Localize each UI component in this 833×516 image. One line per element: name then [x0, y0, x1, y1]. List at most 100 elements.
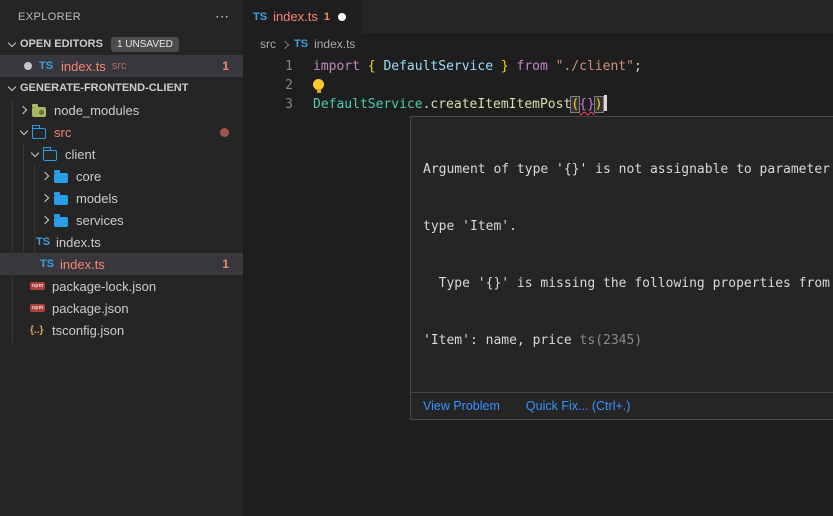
services-folder-icon: [54, 217, 68, 227]
tree-item-src-indexts[interactable]: TS index.ts 1: [0, 253, 243, 275]
error-line: 'Item': name, price: [423, 333, 580, 348]
chevron-right-icon: [38, 173, 54, 179]
class-defaultservice: DefaultService: [313, 97, 423, 112]
chevron-right-icon: [38, 195, 54, 201]
error-message: Argument of type '{}' is not assignable …: [411, 117, 833, 392]
tree-item-label: core: [76, 169, 101, 184]
line-number: 2: [271, 76, 293, 95]
node-modules-folder-icon: [32, 107, 46, 117]
models-folder-icon: [54, 195, 68, 205]
paren-open-matched: (: [571, 97, 579, 112]
typescript-file-icon: TS: [36, 236, 50, 248]
semicolon: ;: [634, 59, 642, 74]
breadcrumb: src TS index.ts: [243, 33, 355, 55]
tree-item-services[interactable]: services: [0, 209, 243, 231]
tree-item-tsconfig[interactable]: {..} tsconfig.json: [0, 319, 243, 341]
hover-actions-bar: View Problem Quick Fix... (Ctrl+.): [411, 392, 833, 419]
workspace-header[interactable]: GENERATE-FRONTEND-CLIENT: [0, 77, 243, 99]
tree-item-package-lock[interactable]: npm package-lock.json: [0, 275, 243, 297]
brace-open: {: [360, 59, 383, 74]
tab-bar: TS index.ts 1: [243, 0, 833, 33]
string-client-path: "./client": [556, 59, 634, 74]
workspace-name: GENERATE-FRONTEND-CLIENT: [20, 82, 188, 94]
chevron-down-icon: [4, 86, 20, 90]
chevron-down-icon: [4, 42, 20, 46]
tree-item-core[interactable]: core: [0, 165, 243, 187]
chevron-right-icon: [16, 107, 32, 113]
npm-file-icon: npm: [30, 282, 45, 290]
tree-item-package-json[interactable]: npm package.json: [0, 297, 243, 319]
npm-file-icon: npm: [30, 304, 45, 312]
line-number: 1: [271, 57, 293, 76]
open-editor-path: src: [112, 60, 127, 72]
quick-fix-link[interactable]: Quick Fix... (Ctrl+.): [526, 399, 631, 413]
error-hover-tooltip: Argument of type '{}' is not assignable …: [410, 116, 833, 420]
typescript-file-icon: TS: [39, 60, 53, 72]
open-editor-item-indexts[interactable]: TS index.ts src 1: [0, 55, 243, 77]
core-folder-icon: [54, 173, 68, 183]
tree-item-label: services: [76, 213, 124, 228]
code-line-1: import { DefaultService } from "./client…: [313, 57, 642, 76]
tree-item-label: index.ts: [60, 257, 105, 272]
lightbulb-quickfix-icon[interactable]: [313, 79, 324, 90]
typescript-file-icon: TS: [294, 38, 308, 50]
empty-object-literal-error: {}: [579, 97, 595, 112]
client-folder-icon: [43, 150, 57, 161]
typescript-file-icon: TS: [253, 11, 267, 23]
chevron-right-icon: [282, 37, 288, 51]
explorer-sidebar: EXPLORER ⋯ OPEN EDITORS 1 UNSAVED TS ind…: [0, 0, 243, 516]
explorer-title: EXPLORER: [18, 11, 81, 23]
text-cursor: [604, 95, 607, 111]
editor-group: TS index.ts 1 src TS index.ts 1 2 3 impo…: [243, 0, 833, 516]
tree-item-label: models: [76, 191, 118, 206]
src-folder-icon: [32, 128, 46, 139]
typescript-file-icon: TS: [40, 258, 54, 270]
modified-dot-icon: [24, 62, 32, 70]
error-line: Argument of type '{}' is not assignable …: [423, 160, 833, 179]
keyword-from: from: [517, 59, 548, 74]
tab-filename: index.ts: [273, 9, 318, 24]
ts-error-code: ts(2345): [580, 333, 643, 348]
tree-item-label: tsconfig.json: [52, 323, 124, 338]
method-createitemitempost: createItemItemPost: [430, 97, 571, 112]
error-count-badge: 1: [222, 257, 229, 271]
breadcrumb-file[interactable]: index.ts: [314, 37, 355, 51]
tree-item-models[interactable]: models: [0, 187, 243, 209]
tree-item-label: package-lock.json: [52, 279, 156, 294]
paren-close-matched: ): [595, 97, 603, 112]
unsaved-dot-icon[interactable]: [338, 13, 346, 21]
code-line-3: DefaultService.createItemItemPost({}): [313, 95, 607, 114]
keyword-import: import: [313, 59, 360, 74]
error-count-badge: 1: [222, 59, 229, 73]
more-actions-icon[interactable]: ⋯: [215, 8, 229, 25]
brace-close: }: [493, 59, 516, 74]
identifier-defaultservice: DefaultService: [383, 59, 493, 74]
tree-item-label: package.json: [52, 301, 129, 316]
chevron-down-icon: [27, 152, 43, 156]
tree-item-label: client: [65, 147, 95, 162]
breadcrumb-folder[interactable]: src: [260, 37, 276, 51]
tab-error-count: 1: [324, 11, 330, 23]
tree-item-node-modules[interactable]: node_modules: [0, 99, 243, 121]
chevron-right-icon: [38, 217, 54, 223]
open-editors-header[interactable]: OPEN EDITORS 1 UNSAVED: [0, 33, 243, 55]
open-editors-label: OPEN EDITORS: [20, 38, 103, 50]
unsaved-badge: 1 UNSAVED: [111, 37, 179, 52]
error-line: Type '{}' is missing the following prope…: [423, 274, 833, 293]
error-line: type 'Item'.: [423, 217, 833, 236]
space: [548, 59, 556, 74]
view-problem-link[interactable]: View Problem: [423, 399, 500, 413]
modified-folder-dot: [220, 128, 229, 137]
tree-item-client[interactable]: client: [0, 143, 243, 165]
line-number: 3: [271, 95, 293, 114]
tree-item-label: node_modules: [54, 103, 139, 118]
tab-indexts[interactable]: TS index.ts 1: [243, 0, 361, 33]
tree-item-label: src: [54, 125, 71, 140]
json-braces-icon: {..}: [30, 325, 43, 336]
vscode-window: EXPLORER ⋯ OPEN EDITORS 1 UNSAVED TS ind…: [0, 0, 833, 516]
open-editor-filename: index.ts: [61, 59, 106, 74]
tree-item-src[interactable]: src: [0, 121, 243, 143]
chevron-down-icon: [16, 130, 32, 134]
tree-item-client-indexts[interactable]: TS index.ts: [0, 231, 243, 253]
sidebar-header: EXPLORER ⋯: [0, 0, 243, 33]
